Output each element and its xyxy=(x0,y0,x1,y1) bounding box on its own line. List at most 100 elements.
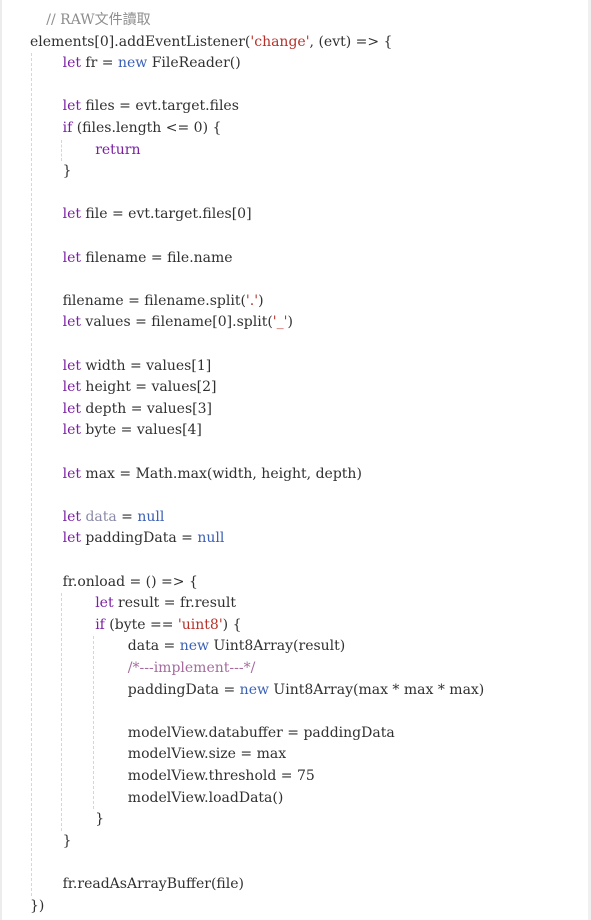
code-token: /*---implement---*/ xyxy=(127,660,256,676)
code-line: let byte = values[4] xyxy=(63,420,202,441)
code-token: let xyxy=(95,595,114,612)
code-token: if xyxy=(62,120,73,136)
code-line: }) xyxy=(30,896,44,917)
code-line: /*---implement---*/ xyxy=(128,658,256,679)
code-token: elements[0].addEventListener( xyxy=(30,33,251,50)
code-token: let xyxy=(62,98,81,115)
code-token: null xyxy=(137,508,165,525)
code-token: let xyxy=(62,400,81,417)
code-line: modelView.databuffer = paddingData xyxy=(128,723,395,744)
code-token: let xyxy=(62,530,81,547)
code-token: let xyxy=(62,206,81,223)
code-editor[interactable]: // RAW文件讀取 elements[0].addEventListener('… xyxy=(0,0,591,920)
code-token: byte = values[4] xyxy=(80,422,202,439)
code-token: max = Math.max(width, height, depth) xyxy=(80,465,362,482)
code-line: modelView.size = max xyxy=(128,744,286,765)
code-line: } xyxy=(95,809,104,830)
code-token: Uint8Array(result) xyxy=(209,638,346,655)
code-token: = xyxy=(116,508,138,525)
code-line: if (byte == 'uint8') { xyxy=(95,615,241,636)
code-token: 'uint8' xyxy=(177,616,223,633)
code-line: let fr = new FileReader() xyxy=(63,53,241,74)
code-token: }) xyxy=(30,897,45,914)
code-line: let paddingData = null xyxy=(63,528,225,549)
code-token: ) xyxy=(287,314,293,331)
code-token: let xyxy=(62,422,81,439)
code-line: let height = values[2] xyxy=(63,377,217,398)
indent-guide xyxy=(60,139,62,162)
code-token: FileReader() xyxy=(147,55,241,72)
code-token: let xyxy=(62,465,81,482)
code-token: null xyxy=(197,530,225,547)
code-line: paddingData = new Uint8Array(max * max *… xyxy=(128,680,484,701)
code-token: depth = values[3] xyxy=(80,400,212,417)
code-token: let xyxy=(62,314,81,331)
code-token: , (evt) => { xyxy=(309,33,393,50)
code-line: modelView.loadData() xyxy=(128,788,284,809)
code-line: let result = fr.result xyxy=(95,593,236,614)
code-token: '.' xyxy=(245,292,259,309)
code-token: Uint8Array(max * max * max) xyxy=(268,681,485,698)
code-token: filename = file.name xyxy=(80,249,233,266)
code-token: fr.onload = () => { xyxy=(62,573,198,590)
code-token: let xyxy=(62,379,81,396)
code-token: let xyxy=(62,55,81,72)
code-line: modelView.threshold = 75 xyxy=(128,766,315,787)
code-token: modelView.loadData() xyxy=(127,789,284,806)
code-token: 'change' xyxy=(250,33,310,50)
code-token: new xyxy=(179,638,210,655)
code-token: let xyxy=(62,357,81,374)
code-token: ) { xyxy=(222,616,242,633)
code-token: files = evt.target.files xyxy=(80,98,239,115)
code-line: let filename = file.name xyxy=(63,248,233,269)
code-token: height = values[2] xyxy=(80,379,217,396)
code-token: modelView.threshold = 75 xyxy=(127,768,315,784)
code-token: let xyxy=(62,508,81,525)
code-line: filename = filename.split('.') xyxy=(63,291,264,312)
code-line: data = new Uint8Array(result) xyxy=(128,636,345,657)
code-token: // RAW文件讀取 xyxy=(46,12,151,28)
code-token: ) xyxy=(258,292,264,309)
code-token: new xyxy=(117,55,148,72)
indent-guide xyxy=(93,636,95,810)
code-line: let max = Math.max(width, height, depth) xyxy=(63,464,362,485)
code-line: let data = null xyxy=(63,507,165,528)
code-token: fr.readAsArrayBuffer(file) xyxy=(62,876,244,892)
code-line: return xyxy=(95,140,140,161)
code-line: let depth = values[3] xyxy=(63,399,212,420)
code-token: return xyxy=(95,141,141,158)
code-token: } xyxy=(95,811,105,828)
code-line: elements[0].addEventListener('change', (… xyxy=(30,32,392,53)
code-token: fr = xyxy=(80,55,118,72)
code-token: data = xyxy=(127,638,180,655)
code-token: } xyxy=(62,163,72,180)
indent-guide xyxy=(60,593,62,831)
code-token: result = fr.result xyxy=(113,595,237,612)
code-line: let width = values[1] xyxy=(63,356,212,377)
code-token: (byte == xyxy=(104,616,178,633)
code-token: let xyxy=(62,249,81,266)
code-token: width = values[1] xyxy=(80,357,212,374)
code-line: } xyxy=(63,831,72,852)
code-line: fr.onload = () => { xyxy=(63,572,198,593)
code-token: new xyxy=(239,681,269,698)
code-token: filename = filename.split( xyxy=(62,292,246,309)
code-token: paddingData = xyxy=(80,530,198,547)
code-line: } xyxy=(63,161,72,182)
code-line: let values = filename[0].split('_') xyxy=(63,312,293,333)
editor-left-border xyxy=(0,0,2,920)
code-line: fr.readAsArrayBuffer(file) xyxy=(63,874,244,895)
code-token: modelView.databuffer = paddingData xyxy=(127,724,395,741)
code-token: values = filename[0].split( xyxy=(80,314,273,331)
code-token: data xyxy=(85,508,117,525)
code-line: let file = evt.target.files[0] xyxy=(63,204,252,225)
indent-guide xyxy=(31,53,32,896)
code-token: } xyxy=(62,832,72,849)
code-line: if (files.length <= 0) { xyxy=(63,118,222,139)
code-token: (files.length <= 0) { xyxy=(72,120,222,136)
code-line: let files = evt.target.files xyxy=(63,96,239,117)
code-token: paddingData = xyxy=(127,681,240,698)
code-token: modelView.size = max xyxy=(127,746,287,763)
code-token: if xyxy=(95,616,105,633)
code-line: // RAW文件讀取 xyxy=(46,10,150,31)
